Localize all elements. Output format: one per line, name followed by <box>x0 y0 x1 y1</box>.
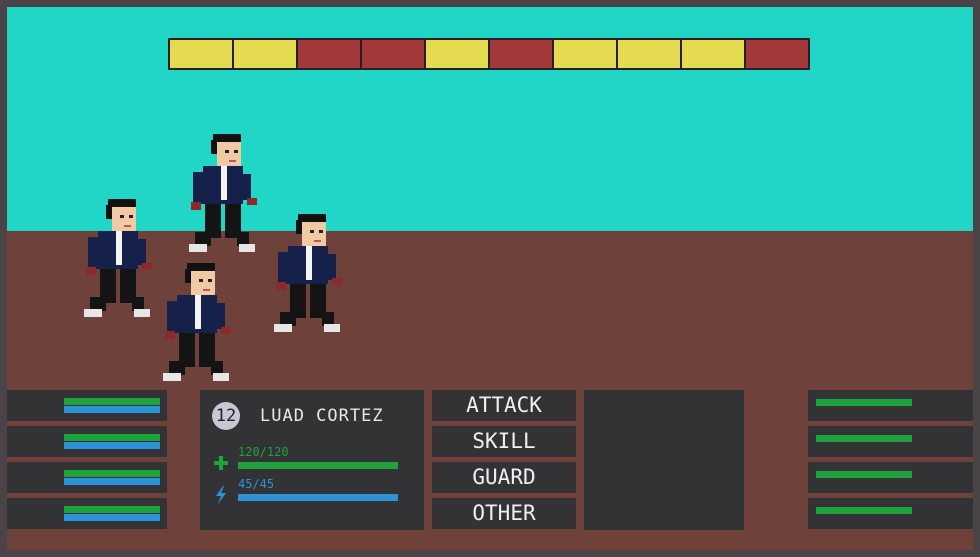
enemy-sprite[interactable] <box>185 132 265 257</box>
party-mp-bar <box>64 514 160 521</box>
turn-slot-ally <box>234 40 296 68</box>
character-name: LUAD CORTEZ <box>260 406 384 426</box>
guard-button[interactable]: GUARD <box>432 462 576 493</box>
enemy-gauge <box>808 426 973 457</box>
turn-slot-enemy <box>298 40 360 68</box>
enemy-hp-bar <box>816 507 912 514</box>
turn-slot-enemy <box>746 40 808 68</box>
other-button[interactable]: OTHER <box>432 498 576 529</box>
enemy-hp-bar <box>816 435 912 442</box>
party-member-gauge <box>7 426 167 457</box>
party-hp-bar <box>64 434 160 441</box>
turn-slot-ally <box>170 40 232 68</box>
character-status-panel: 12 LUAD CORTEZ 120/120 45/45 <box>200 390 424 530</box>
mp-value: 45/45 <box>238 477 275 491</box>
party-mp-bar <box>64 406 160 413</box>
turn-slot-ally <box>618 40 680 68</box>
enemy-sprite[interactable] <box>159 261 239 386</box>
party-member-gauge <box>7 390 167 421</box>
plus-icon <box>214 456 228 470</box>
party-member-gauge <box>7 462 167 493</box>
party-mp-bar <box>64 478 160 485</box>
turn-slot-ally <box>554 40 616 68</box>
attack-button[interactable]: ATTACK <box>432 390 576 421</box>
level-badge: 12 <box>212 402 240 430</box>
enemy-gauge <box>808 462 973 493</box>
enemy-sprite[interactable] <box>270 212 350 337</box>
party-hp-bar <box>64 470 160 477</box>
turn-slot-enemy <box>362 40 424 68</box>
party-mp-bar <box>64 442 160 449</box>
hp-bar <box>238 462 398 469</box>
turn-order-bar <box>168 38 810 70</box>
mp-bar <box>238 494 398 501</box>
lightning-icon <box>216 486 226 504</box>
hp-value: 120/120 <box>238 445 289 459</box>
turn-slot-ally <box>426 40 488 68</box>
info-panel <box>584 390 744 530</box>
skill-button[interactable]: SKILL <box>432 426 576 457</box>
enemy-gauge <box>808 498 973 529</box>
turn-slot-enemy <box>490 40 552 68</box>
enemy-hp-bar <box>816 399 912 406</box>
party-member-gauge <box>7 498 167 529</box>
battle-screen: 12 LUAD CORTEZ 120/120 45/45 ATTACK SKIL… <box>0 0 980 557</box>
party-hp-bar <box>64 398 160 405</box>
enemy-hp-bar <box>816 471 912 478</box>
party-hp-bar <box>64 506 160 513</box>
enemy-sprite[interactable] <box>80 197 160 322</box>
turn-slot-ally <box>682 40 744 68</box>
enemy-gauge <box>808 390 973 421</box>
